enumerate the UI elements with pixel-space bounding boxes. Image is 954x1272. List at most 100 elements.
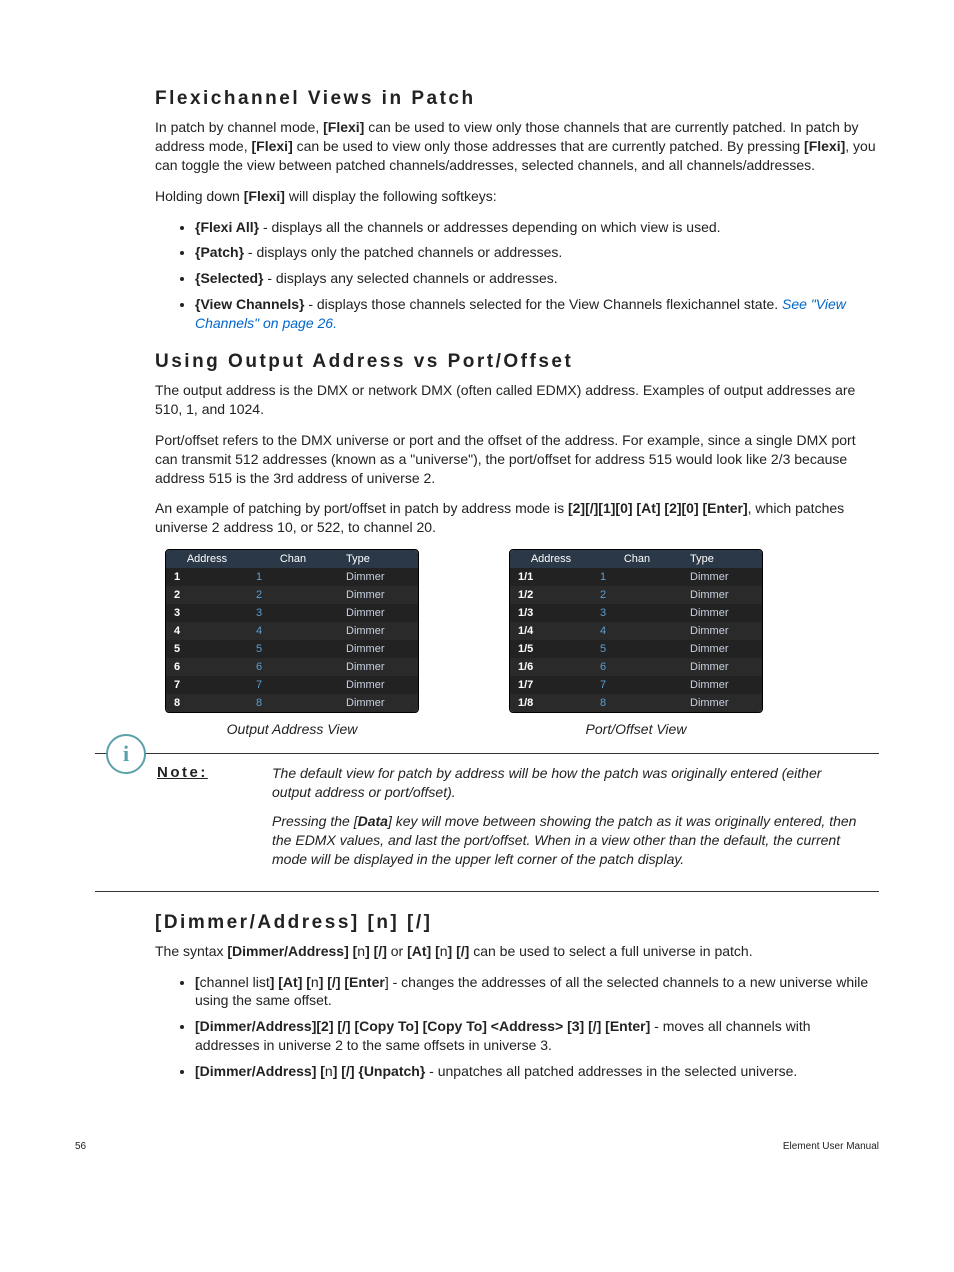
note-text: The default view for patch by address wi…	[272, 764, 879, 878]
output-paragraph-2: Port/offset refers to the DMX universe o…	[155, 431, 879, 488]
table-row: 77Dimmer	[166, 676, 418, 694]
cell-chan: 7	[248, 676, 338, 694]
cell-chan: 7	[592, 676, 682, 694]
table-row: 1/88Dimmer	[510, 694, 762, 712]
note-paragraph: The default view for patch by address wi…	[272, 764, 859, 802]
dimmer-paragraph: The syntax [Dimmer/Address] [n] [/] or […	[155, 942, 879, 961]
document-title: Element User Manual	[783, 1141, 879, 1152]
text: The syntax	[155, 943, 227, 959]
flex-paragraph-1: In patch by channel mode, [Flexi] can be…	[155, 118, 879, 175]
cell-address: 1/5	[510, 640, 592, 658]
text: An example of patching by port/offset in…	[155, 500, 568, 516]
text: n	[357, 943, 365, 959]
key-flexi: [Flexi]	[252, 138, 293, 154]
info-icon: i	[106, 734, 146, 774]
table-row: 1/44Dimmer	[510, 622, 762, 640]
cell-type: Dimmer	[682, 622, 762, 640]
text: ] [/]	[365, 943, 387, 959]
col-header-type: Type	[338, 550, 418, 568]
table-row: 44Dimmer	[166, 622, 418, 640]
cell-address: 1/8	[510, 694, 592, 712]
cell-address: 1	[166, 568, 248, 586]
key-flexi: [Flexi]	[323, 119, 364, 135]
cell-address: 3	[166, 604, 248, 622]
text: or	[387, 943, 407, 959]
list-item: [Dimmer/Address] [n] [/] {Unpatch} - unp…	[195, 1062, 879, 1081]
heading-output-address: Using Output Address vs Port/Offset	[155, 351, 879, 373]
cell-chan: 5	[248, 640, 338, 658]
key-data: Data	[358, 813, 388, 829]
cell-chan: 2	[248, 586, 338, 604]
text: n	[325, 1063, 333, 1079]
cell-type: Dimmer	[338, 658, 418, 676]
table-row: 1/22Dimmer	[510, 586, 762, 604]
text: Pressing the [	[272, 813, 358, 829]
table-row: 1/11Dimmer	[510, 568, 762, 586]
page-number: 56	[75, 1141, 86, 1152]
cell-type: Dimmer	[682, 604, 762, 622]
text: ] [/]	[448, 943, 470, 959]
text: ] [At] [	[270, 974, 311, 990]
text: - unpatches all patched addresses in the…	[425, 1063, 797, 1079]
cell-type: Dimmer	[338, 640, 418, 658]
table-row: 33Dimmer	[166, 604, 418, 622]
cell-chan: 2	[592, 586, 682, 604]
port-offset-table: Address Chan Type 1/11Dimmer1/22Dimmer1/…	[509, 549, 763, 713]
text: - displays all the channels or addresses…	[259, 219, 721, 235]
table-row: 1/33Dimmer	[510, 604, 762, 622]
cell-chan: 8	[592, 694, 682, 712]
text: [Dimmer/Address] [	[227, 943, 357, 959]
cell-type: Dimmer	[338, 622, 418, 640]
cell-chan: 3	[592, 604, 682, 622]
list-item: {Selected} - displays any selected chann…	[195, 269, 879, 288]
text: ] [/] [Enter	[319, 974, 385, 990]
text: can be used to select a full universe in…	[469, 943, 752, 959]
note-label: Note:	[157, 764, 272, 878]
text: n	[311, 974, 319, 990]
table-row: 11Dimmer	[166, 568, 418, 586]
col-header-chan: Chan	[592, 550, 682, 568]
softkey-selected: {Selected}	[195, 270, 263, 286]
text: - displays only the patched channels or …	[244, 244, 562, 260]
cell-address: 6	[166, 658, 248, 676]
text: n	[440, 943, 448, 959]
cell-address: 1/3	[510, 604, 592, 622]
list-item: {Patch} - displays only the patched chan…	[195, 243, 879, 262]
col-header-type: Type	[682, 550, 762, 568]
list-item: [Dimmer/Address][2] [/] [Copy To] [Copy …	[195, 1017, 879, 1055]
note-paragraph: Pressing the [Data] key will move betwee…	[272, 812, 859, 869]
text: ] [/] {Unpatch}	[333, 1063, 426, 1079]
caption-output-address: Output Address View	[165, 721, 419, 737]
key-sequence: [2][/][1][0] [At] [2][0] [Enter]	[568, 500, 748, 516]
cell-address: 5	[166, 640, 248, 658]
table-header-row: Address Chan Type	[166, 550, 418, 568]
page-footer: 56 Element User Manual	[75, 1141, 879, 1152]
cell-chan: 4	[592, 622, 682, 640]
cell-address: 1/1	[510, 568, 592, 586]
table-row: 1/77Dimmer	[510, 676, 762, 694]
cell-chan: 1	[248, 568, 338, 586]
table-row: 55Dimmer	[166, 640, 418, 658]
text: In patch by channel mode,	[155, 119, 323, 135]
text: channel list	[200, 974, 270, 990]
col-header-address: Address	[510, 550, 592, 568]
cell-address: 1/2	[510, 586, 592, 604]
text: [Dimmer/Address] [	[195, 1063, 325, 1079]
text: - displays those channels selected for t…	[304, 296, 782, 312]
cell-type: Dimmer	[682, 568, 762, 586]
cell-address: 8	[166, 694, 248, 712]
key-flexi: [Flexi]	[804, 138, 845, 154]
table-row: 1/55Dimmer	[510, 640, 762, 658]
heading-flexichannel: Flexichannel Views in Patch	[155, 88, 879, 110]
cell-address: 1/6	[510, 658, 592, 676]
cell-type: Dimmer	[682, 640, 762, 658]
col-header-chan: Chan	[248, 550, 338, 568]
dimmer-list: [channel list] [At] [n] [/] [Enter] - ch…	[155, 973, 879, 1081]
cell-address: 2	[166, 586, 248, 604]
list-item: {View Channels} - displays those channel…	[195, 295, 879, 333]
key-flexi: [Flexi]	[244, 188, 285, 204]
output-address-table: Address Chan Type 11Dimmer22Dimmer33Dimm…	[165, 549, 419, 713]
cell-type: Dimmer	[338, 676, 418, 694]
cell-type: Dimmer	[682, 694, 762, 712]
cell-type: Dimmer	[682, 586, 762, 604]
